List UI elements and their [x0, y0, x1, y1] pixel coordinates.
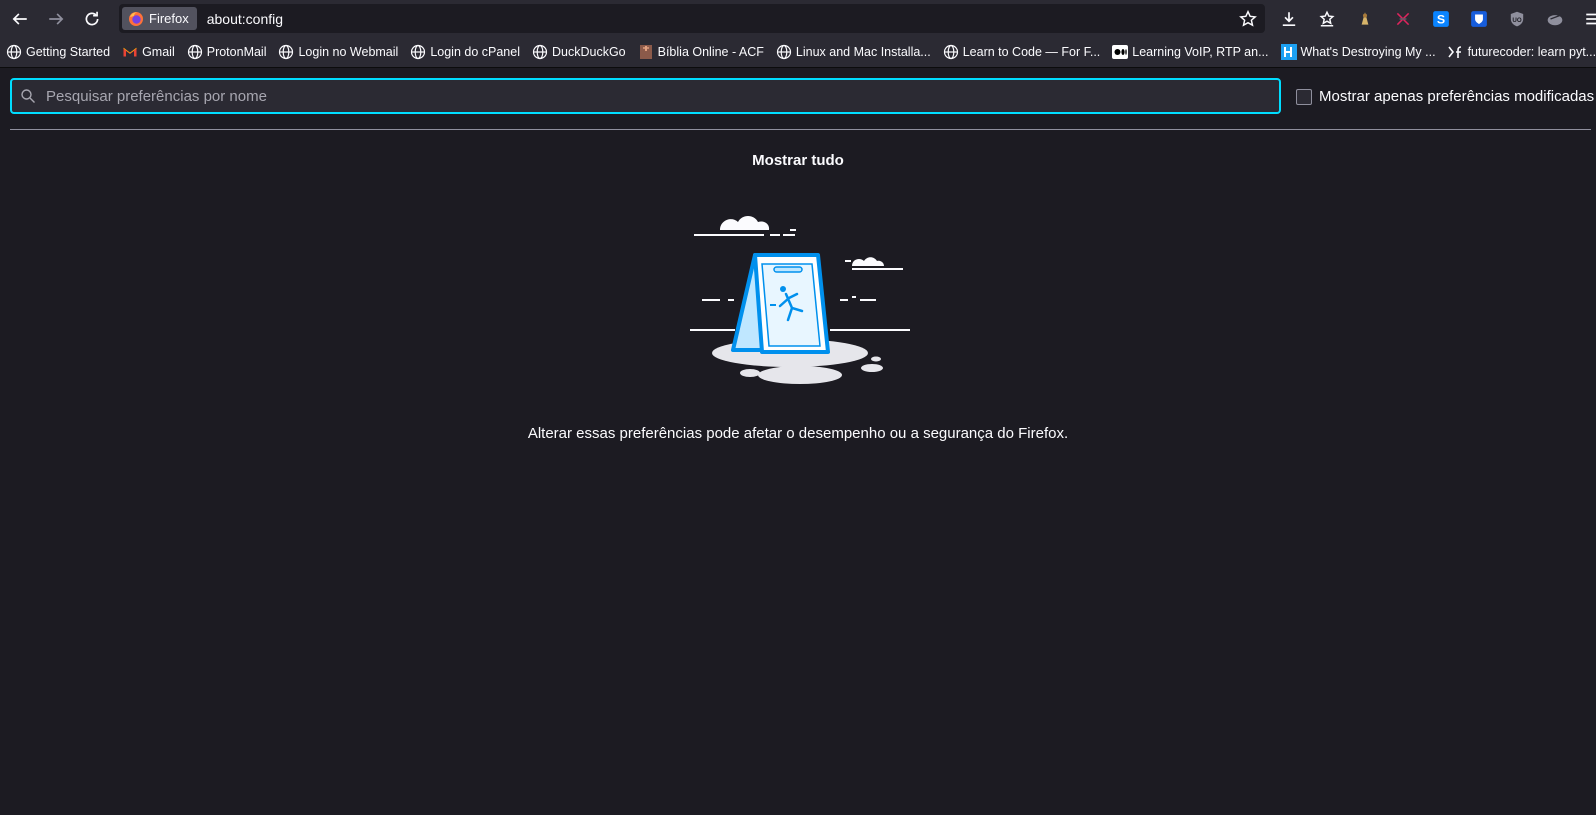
extension-icon — [1547, 14, 1563, 25]
globe-icon — [6, 44, 22, 60]
cloud-shape — [694, 216, 796, 236]
navigation-toolbar: Firefox about:config S UO — [0, 0, 1596, 37]
identity-label: Firefox — [149, 11, 189, 26]
warning-illustration — [690, 216, 910, 384]
bookmark-whats-destroying[interactable]: What's Destroying My ... — [1275, 40, 1442, 64]
bookmark-label: Gmail — [142, 45, 175, 59]
bookmark-label: Learning VoIP, RTP an... — [1132, 45, 1269, 59]
ublock-button[interactable]: UO — [1498, 3, 1536, 35]
app-menu-button[interactable] — [1574, 3, 1596, 35]
forward-button[interactable] — [40, 3, 72, 35]
bookmark-futurecoder[interactable]: futurecoder: learn pyt... — [1442, 40, 1596, 64]
warning-text: Alterar essas preferências pode afetar o… — [527, 425, 1069, 442]
extension-icon — [1361, 11, 1369, 25]
extension-button-2[interactable] — [1384, 3, 1422, 35]
bookmark-label: Login no Webmail — [298, 45, 399, 59]
back-button[interactable] — [4, 3, 36, 35]
forward-arrow-icon — [49, 12, 64, 25]
save-to-pocket-icon — [1319, 10, 1335, 26]
globe-icon — [532, 44, 548, 60]
site-icon — [1280, 44, 1297, 60]
bookmark-protonmail[interactable]: ProtonMail — [181, 40, 273, 64]
bookmark-label: Getting Started — [26, 45, 111, 59]
globe-icon — [776, 44, 792, 60]
url-text[interactable]: about:config — [207, 11, 283, 27]
bookmark-login-cpanel[interactable]: Login do cPanel — [404, 40, 526, 64]
cloud-shape — [845, 257, 903, 270]
back-arrow-icon — [12, 12, 27, 25]
identity-box[interactable]: Firefox — [122, 7, 197, 30]
svg-text:UO: UO — [1512, 16, 1521, 23]
bookmark-duckduckgo[interactable]: DuckDuckGo — [526, 40, 632, 64]
menu-icon — [1586, 13, 1596, 24]
svg-text:S: S — [1437, 12, 1445, 26]
bookmark-biblia-online[interactable]: Bíblia Online - ACF — [632, 40, 770, 64]
bookmarks-toolbar: Getting Started Gmail ProtonMail Login n… — [0, 37, 1596, 68]
reload-button[interactable] — [76, 3, 108, 35]
divider — [10, 129, 1591, 130]
url-bar[interactable]: Firefox about:config — [119, 4, 1265, 33]
show-all-button[interactable]: Mostrar tudo — [0, 152, 1596, 169]
bookmark-learn-to-code[interactable]: Learn to Code — For F... — [937, 40, 1107, 64]
globe-icon — [411, 44, 426, 60]
globe-icon — [943, 44, 958, 60]
extension-button-4[interactable] — [1536, 3, 1574, 35]
medium-icon — [1112, 45, 1129, 59]
search-icon — [21, 89, 35, 103]
extension-icon — [1396, 12, 1410, 25]
extension-icon: S — [1433, 10, 1449, 27]
bookmark-linux-mac[interactable]: Linux and Mac Installa... — [770, 40, 937, 64]
bitwarden-icon — [1471, 10, 1487, 27]
globe-icon — [187, 44, 202, 60]
wet-floor-sign — [731, 253, 830, 354]
preference-search-box[interactable] — [10, 78, 1281, 114]
bookmark-label: DuckDuckGo — [551, 45, 626, 59]
preference-search-input[interactable] — [44, 86, 1279, 106]
bookmark-label: ProtonMail — [206, 45, 267, 59]
bookmark-learning-voip[interactable]: Learning VoIP, RTP an... — [1106, 40, 1274, 64]
bookmark-label: Login do cPanel — [430, 45, 520, 59]
bookmark-login-webmail[interactable]: Login no Webmail — [272, 40, 404, 64]
bookmark-label: What's Destroying My ... — [1300, 45, 1436, 59]
toolbar-icons: S UO — [1270, 0, 1596, 37]
bible-icon — [639, 45, 652, 59]
bookmark-gmail[interactable]: Gmail — [116, 40, 181, 64]
show-modified-only-checkbox[interactable] — [1296, 88, 1312, 105]
bookmark-label: futurecoder: learn pyt... — [1467, 45, 1596, 59]
downloads-button[interactable] — [1270, 3, 1308, 35]
show-modified-only-toggle[interactable]: Mostrar apenas preferências modificadas — [1296, 88, 1594, 105]
download-icon — [1282, 11, 1296, 26]
pocket-button[interactable] — [1308, 3, 1346, 35]
bookmark-star-icon[interactable] — [1239, 10, 1257, 28]
bookmark-label: Bíblia Online - ACF — [657, 45, 764, 59]
bookmark-getting-started[interactable]: Getting Started — [0, 40, 116, 64]
shield-icon: UO — [1510, 11, 1524, 26]
show-modified-only-label: Mostrar apenas preferências modificadas — [1319, 88, 1595, 105]
firefox-logo-icon — [129, 11, 143, 26]
bookmark-label: Learn to Code — For F... — [962, 45, 1101, 59]
globe-icon — [279, 44, 294, 60]
reload-icon — [85, 11, 99, 25]
bitwarden-button[interactable] — [1460, 3, 1498, 35]
futurecoder-icon — [1447, 46, 1461, 58]
extension-button-1[interactable] — [1346, 3, 1384, 35]
bookmark-label: Linux and Mac Installa... — [795, 45, 931, 59]
extension-button-3[interactable]: S — [1422, 3, 1460, 35]
gmail-icon — [123, 47, 137, 57]
